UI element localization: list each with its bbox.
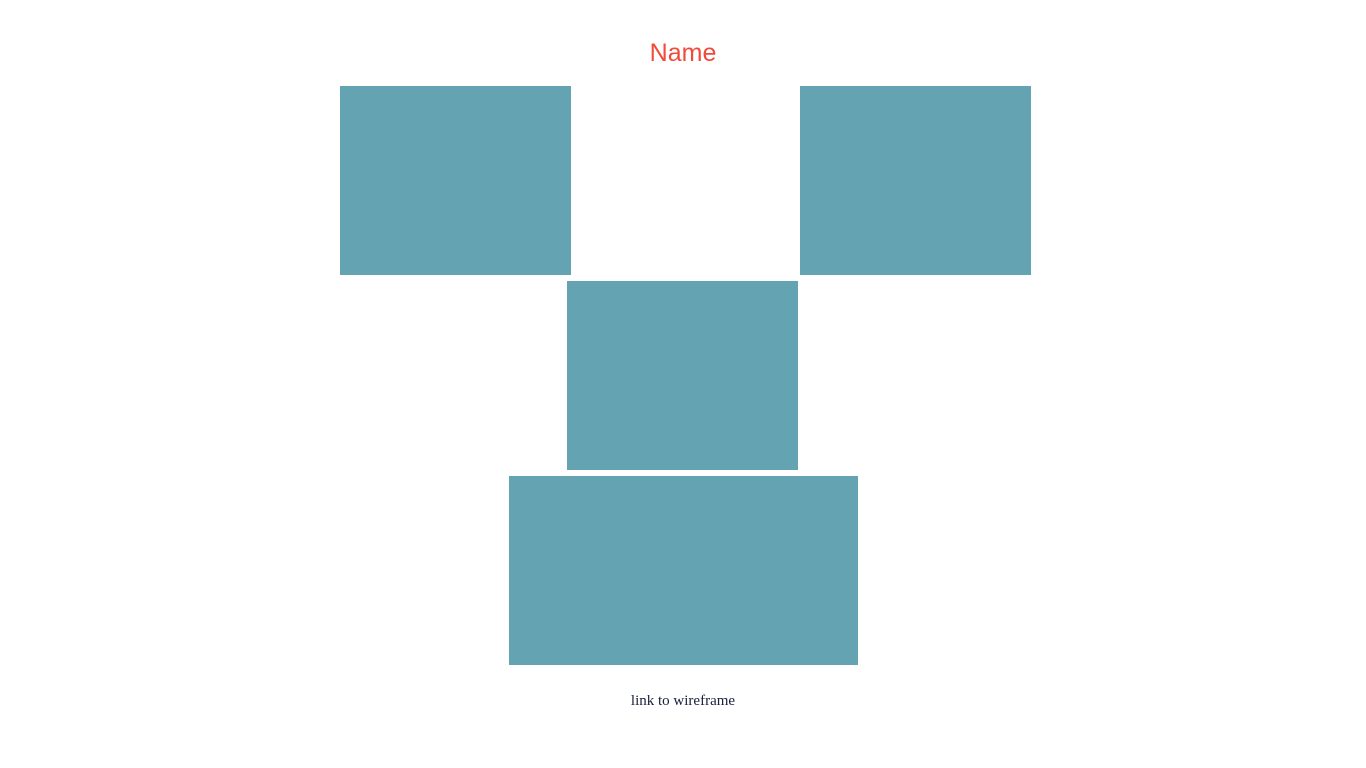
page-title: Name: [649, 39, 717, 67]
gallery-tile-top-left[interactable]: [340, 86, 571, 275]
gallery-tile-middle[interactable]: [567, 281, 798, 470]
wireframe-link[interactable]: link to wireframe: [0, 690, 1366, 712]
gallery-tile-bottom-wide[interactable]: [509, 476, 858, 665]
page: Name link to wireframe: [0, 0, 1366, 768]
gallery-tile-top-right[interactable]: [800, 86, 1031, 275]
